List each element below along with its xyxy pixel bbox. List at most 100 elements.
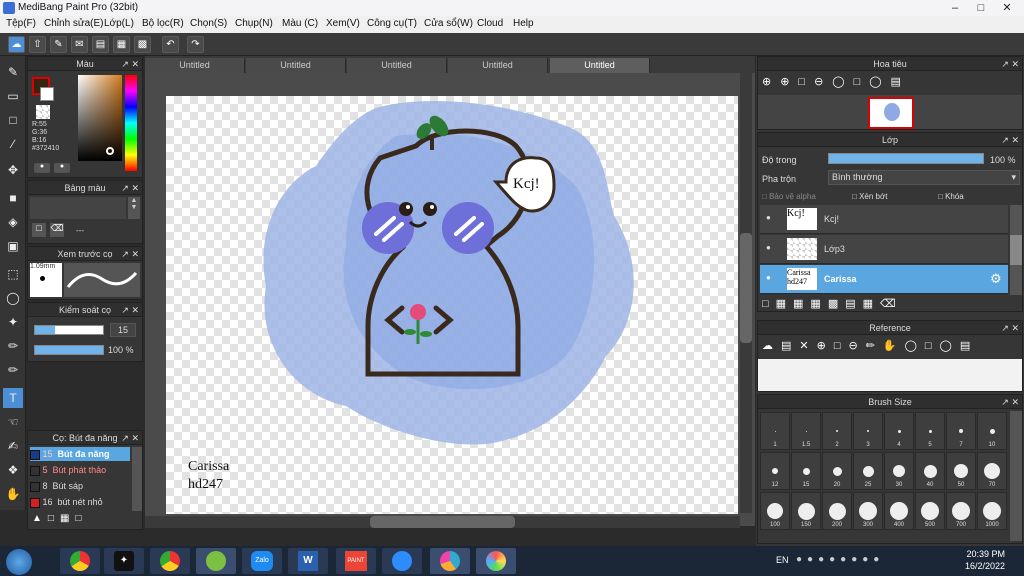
chrome-icon[interactable] [60, 548, 100, 574]
menu-view[interactable]: Xem(V) [326, 18, 360, 29]
word-icon[interactable]: W [288, 548, 328, 574]
hand-tool-icon[interactable]: ✋ [3, 484, 23, 504]
close-window-button[interactable]: ✕ [994, 0, 1020, 16]
menu-cloud[interactable]: Cloud [477, 18, 503, 29]
brush-item[interactable]: 5 Bút phát thảo [30, 463, 130, 477]
brush-size-cell[interactable]: 1 [760, 412, 790, 450]
menu-edit[interactable]: Chỉnh sửa(E) [44, 18, 104, 29]
tray-icons[interactable]: ●●●●●●●● [796, 554, 884, 565]
shape-tool-icon[interactable]: ■ [3, 188, 23, 208]
navigator-tools[interactable]: ⊕⊕□⊖◯□◯▤ [762, 75, 910, 88]
canvas-paper[interactable]: Kcj! Carissa hd247 [166, 96, 738, 514]
brush-list-actions[interactable]: ▲□▦□ [32, 513, 87, 524]
brush-size-value[interactable]: 15 [110, 323, 136, 337]
layer-scroll[interactable] [1010, 205, 1022, 295]
brush-size-cell[interactable]: 3 [853, 412, 883, 450]
brush-size-cell[interactable]: 4 [884, 412, 914, 450]
app-icon-bird[interactable]: ✦ [104, 548, 144, 574]
palette-scroll[interactable]: ▲ ▼ [128, 197, 140, 219]
panel-close-icon[interactable]: ↗ ✕ [1001, 133, 1019, 147]
android-emulator-icon[interactable] [196, 548, 236, 574]
cloud-icon[interactable]: ☁ [8, 36, 25, 53]
layer-opacity-slider[interactable] [828, 153, 984, 164]
palette-area[interactable] [30, 197, 126, 219]
eyedropper-icon[interactable]: ❖ [3, 460, 23, 480]
select-tool-icon[interactable]: ⬚ [3, 264, 23, 284]
medibang-icon[interactable] [476, 548, 516, 574]
brush-item-selected[interactable]: 15 Bút đa năng [30, 447, 130, 461]
brush-item[interactable]: 16 bút nét nhỏ [30, 495, 130, 509]
minimize-button[interactable]: – [942, 0, 968, 16]
panel-close-icon[interactable]: ↗ ✕ [121, 181, 139, 195]
hue-slider[interactable] [125, 75, 137, 171]
start-button[interactable] [6, 549, 32, 575]
zalo-icon[interactable]: Zalo [242, 548, 282, 574]
bucket-tool-icon[interactable]: ◈ [3, 212, 23, 232]
lasso-tool-icon[interactable]: ◯ [3, 288, 23, 308]
clock[interactable]: 20:39 PM 16/2/2022 [965, 548, 1005, 572]
eye-icon[interactable]: ● [766, 243, 771, 252]
tab-untitled-4[interactable]: Untitled [448, 58, 548, 73]
redo-icon[interactable]: ↷ [187, 36, 204, 53]
brush-size-cell[interactable]: 20 [822, 452, 852, 490]
text-tool-icon[interactable]: T [3, 388, 23, 408]
paint-app-icon[interactable]: PAINT [336, 548, 376, 574]
brush-size-cell[interactable]: 200 [822, 492, 852, 530]
brush-size-cell[interactable]: 100 [760, 492, 790, 530]
brush-size-cell[interactable]: 12 [760, 452, 790, 490]
brush-size-cell[interactable]: 50 [946, 452, 976, 490]
brush-size-cell[interactable]: 150 [791, 492, 821, 530]
protect-alpha-checkbox[interactable]: □ Bảo vệ alpha [762, 192, 816, 201]
chat-icon[interactable]: ✎ [50, 36, 67, 53]
panel-close-icon[interactable]: ↗ ✕ [121, 431, 139, 445]
brush-size-cell[interactable]: 1000 [977, 492, 1007, 530]
select-eraser-icon[interactable]: ✏ [3, 360, 23, 380]
brush-opacity-slider[interactable] [34, 345, 104, 355]
canvas-vscroll[interactable] [740, 73, 752, 513]
menu-color[interactable]: Màu (C) [282, 18, 318, 29]
add-palette-icon[interactable]: □ [32, 223, 46, 237]
menu-select[interactable]: Chọn(S) [190, 18, 227, 29]
saturation-picker[interactable] [78, 75, 122, 161]
delete-palette-icon[interactable]: ⌫ [50, 223, 64, 237]
brush-size-cell[interactable]: 2 [822, 412, 852, 450]
blend-mode-select[interactable]: Bình thường ▾ [828, 170, 1020, 185]
panel-close-icon[interactable]: ↗ ✕ [1001, 321, 1019, 335]
layer-actions[interactable]: □▦▦▦▩▤▦⌫ [762, 297, 903, 310]
navigator-thumbnail[interactable] [868, 97, 914, 129]
eye-icon[interactable]: ● [766, 273, 771, 282]
brush-size-cell[interactable]: 5 [915, 412, 945, 450]
language-indicator[interactable]: EN [776, 555, 789, 565]
reference-tools[interactable]: ☁▤✕⊕□⊖✏✋◯□◯▤ [762, 339, 978, 352]
panel-close-icon[interactable]: ↗ ✕ [1001, 395, 1019, 409]
move-tool-icon[interactable]: ✥ [3, 160, 23, 180]
chrome-icon-2[interactable] [150, 548, 190, 574]
menu-tools[interactable]: Công cụ(T) [367, 18, 417, 29]
brush-list-scroll[interactable] [132, 447, 142, 511]
pen-tool-icon[interactable]: ∕ [3, 134, 23, 154]
menu-filter[interactable]: Bộ lọc(R) [142, 18, 184, 29]
brush-size-cell[interactable]: 300 [853, 492, 883, 530]
brush-size-cell[interactable]: 500 [915, 492, 945, 530]
panel-close-icon[interactable]: ↗ ✕ [1001, 57, 1019, 71]
maximize-button[interactable]: □ [968, 0, 994, 16]
tab-untitled-1[interactable]: Untitled [145, 58, 245, 73]
layer-row[interactable]: ● Kcj! Kcj! [760, 205, 1008, 234]
canvas-hscroll[interactable] [145, 516, 740, 528]
menu-layer[interactable]: Lớp(L) [104, 18, 134, 29]
lock-checkbox[interactable]: □ Khóa [938, 192, 964, 201]
brush-size-cell[interactable]: 70 [977, 452, 1007, 490]
menu-snap[interactable]: Chụp(N) [235, 18, 273, 29]
eraser-tool-icon[interactable]: ▭ [3, 86, 23, 106]
brush-tool-icon[interactable]: ✎ [3, 62, 23, 82]
tiles-icon[interactable]: ▩ [134, 36, 151, 53]
brush-item[interactable]: 8 Bút sáp [30, 479, 130, 493]
brush-size-cell[interactable]: 15 [791, 452, 821, 490]
magic-wand-icon[interactable]: ✦ [3, 312, 23, 332]
eye-icon[interactable]: ● [766, 213, 771, 222]
panel-close-icon[interactable]: ↗ ✕ [121, 57, 139, 71]
comment-icon[interactable]: ✉ [71, 36, 88, 53]
browser-icon[interactable] [430, 548, 470, 574]
operation-tool-icon[interactable]: ☜ [3, 412, 23, 432]
tab-untitled-2[interactable]: Untitled [246, 58, 346, 73]
